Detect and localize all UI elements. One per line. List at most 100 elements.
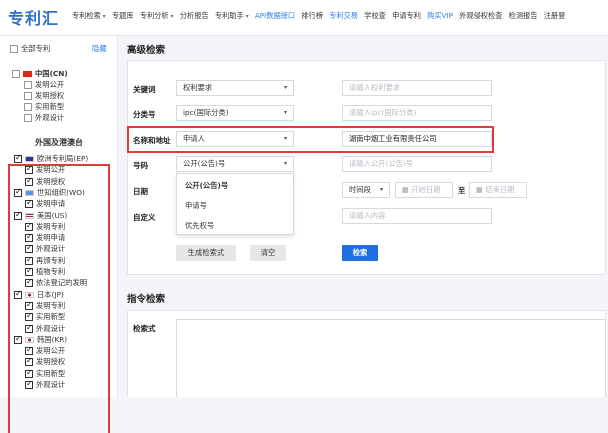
checkbox[interactable] (12, 70, 20, 78)
patent-type-option[interactable]: 发明申请 (25, 232, 65, 243)
number-type-dropdown: 公开(公告)号 申请号 优先权号 (176, 173, 294, 235)
nav-item[interactable]: 专利检索 (72, 11, 106, 21)
checkbox[interactable] (24, 92, 32, 100)
keyword-field-select[interactable]: 权利要求 ▾ (176, 80, 294, 96)
keyword-input[interactable]: 请输入权利要求 (342, 80, 492, 96)
all-patents-option[interactable]: 全部专利 (10, 44, 50, 54)
patent-type-option[interactable]: 外观设计 (25, 379, 65, 390)
name-field-select[interactable]: 申请人 ▾ (176, 131, 294, 147)
nav-item[interactable]: 专利助手 (215, 11, 249, 21)
nav-item[interactable]: 排行榜 (301, 11, 323, 21)
checkbox[interactable] (14, 334, 22, 344)
country-wo[interactable]: 世知组织(WO) (14, 187, 85, 198)
class-field-select[interactable]: ipc(国际分类) ▾ (176, 105, 294, 121)
search-button[interactable]: 检索 (342, 245, 378, 261)
checkbox[interactable] (25, 176, 33, 186)
checkbox[interactable] (25, 277, 33, 288)
checkbox[interactable] (14, 153, 22, 163)
dropdown-option-priority-number[interactable]: 优先权号 (185, 221, 214, 231)
checkbox[interactable] (25, 266, 33, 276)
checkbox[interactable] (25, 232, 33, 243)
nav-item[interactable]: 注册登 (544, 11, 566, 21)
patent-type-option[interactable]: 发明授权 (25, 356, 65, 367)
checkbox[interactable] (25, 379, 33, 389)
number-field-select[interactable]: 公开(公告)号 ▾ (176, 156, 294, 172)
checkbox[interactable] (25, 356, 33, 367)
nav-item[interactable]: 专题库 (112, 11, 134, 21)
name-address-label: 名称和地址 (133, 136, 171, 145)
option-label: 实用新型 (36, 368, 66, 378)
country-kr[interactable]: 韩国(KR) (14, 334, 67, 345)
dropdown-option-application-number[interactable]: 申请号 (185, 201, 207, 211)
country-ep[interactable]: 欧洲专利局(EP) (14, 153, 88, 164)
patent-type-option[interactable]: 实用新型 (25, 368, 66, 379)
country-label: 世知组织(WO) (37, 187, 85, 197)
checkbox[interactable] (25, 311, 33, 322)
checkbox[interactable] (10, 45, 18, 53)
patent-type-option[interactable]: 实用新型 (25, 311, 65, 322)
checkbox[interactable] (14, 289, 22, 299)
patent-type-option[interactable]: 再颁专利 (25, 255, 65, 266)
clear-button[interactable]: 清空 (250, 245, 286, 261)
checkbox[interactable] (24, 114, 32, 122)
patent-type-option[interactable]: 外观设计 (25, 323, 65, 334)
end-date-input[interactable]: ▦ 结束日期 (469, 182, 527, 198)
chevron-down-icon: ▾ (283, 135, 287, 142)
checkbox[interactable] (25, 368, 33, 378)
patent-type-option[interactable]: 发明专利 (25, 300, 65, 311)
nav-item[interactable]: 学校查 (364, 11, 386, 21)
checkbox[interactable] (25, 243, 33, 254)
nav-item[interactable]: 购买VIP (427, 11, 453, 21)
top-navbar: 专利汇 专利检索专题库专利分析分析报告专利助手 API数据接口排行榜专利交易学校查… (0, 0, 608, 36)
nav-item[interactable]: 检测报告 (509, 11, 538, 21)
generate-query-button[interactable]: 生成检索式 (176, 245, 236, 261)
hide-link[interactable]: 隐藏 (92, 44, 107, 54)
custom-input[interactable]: 请输入内容 (342, 208, 492, 224)
checkbox[interactable] (25, 198, 33, 209)
checkbox[interactable] (24, 103, 32, 111)
checkbox[interactable] (24, 81, 32, 89)
start-date-input[interactable]: ▦ 开始日期 (395, 182, 453, 198)
applicant-input[interactable]: 湖南中烟工业有限责任公司 (342, 131, 492, 147)
calendar-icon: ▦ (476, 185, 486, 194)
patent-type-option[interactable]: 外观设计 (24, 113, 64, 123)
patent-type-option[interactable]: 发明公开 (24, 80, 64, 90)
nav-item[interactable]: API数据接口 (255, 11, 295, 21)
site-logo[interactable]: 专利汇 (8, 5, 59, 29)
foreign-section-title: 外国及港澳台 (35, 138, 83, 147)
checkbox[interactable] (25, 323, 33, 333)
checkbox[interactable] (25, 164, 33, 175)
query-expression-textarea[interactable] (176, 319, 606, 397)
country-cn[interactable]: 中国(CN) (12, 69, 68, 79)
select-value: ipc(国际分类) (183, 108, 229, 117)
dropdown-option-publication-number[interactable]: 公开(公告)号 (185, 181, 228, 191)
checkbox[interactable] (14, 187, 22, 197)
patent-type-option[interactable]: 发明公开 (25, 164, 66, 175)
nav-item[interactable]: 外观侵权检查 (459, 11, 502, 21)
patent-type-option[interactable]: 发明授权 (25, 176, 65, 187)
patent-type-option[interactable]: 外观设计 (25, 243, 65, 254)
country-us[interactable]: 美国(US) (14, 210, 67, 221)
nav-item[interactable]: 专利交易 (329, 11, 358, 21)
option-label: 发明公开 (36, 165, 66, 175)
patent-type-option[interactable]: 发明专利 (25, 221, 65, 232)
date-mode-select[interactable]: 时间段 ▾ (342, 182, 390, 198)
patent-type-option[interactable]: 植物专利 (25, 266, 65, 277)
checkbox[interactable] (25, 345, 33, 356)
patent-type-option[interactable]: 实用新型 (24, 102, 64, 112)
checkbox[interactable] (25, 221, 33, 231)
checkbox[interactable] (25, 300, 33, 310)
nav-item[interactable]: 分析报告 (180, 11, 209, 21)
class-input[interactable]: 请输入ipc(国际分类) (342, 105, 492, 121)
patent-type-option[interactable]: 发明申请 (25, 198, 65, 209)
nav-item[interactable]: 专利分析 (140, 11, 174, 21)
number-input[interactable]: 请输入公开(公告)号 (342, 156, 492, 172)
patent-type-option[interactable]: 依法登记的发明 (25, 277, 87, 288)
patent-type-option[interactable]: 发明公开 (25, 345, 65, 356)
select-value: 公开(公告)号 (183, 159, 226, 168)
country-jp[interactable]: 日本(JP) (14, 289, 64, 300)
checkbox[interactable] (25, 255, 33, 265)
patent-type-option[interactable]: 发明授权 (24, 91, 64, 101)
checkbox[interactable] (14, 210, 22, 220)
nav-item[interactable]: 申请专利 (392, 11, 421, 21)
